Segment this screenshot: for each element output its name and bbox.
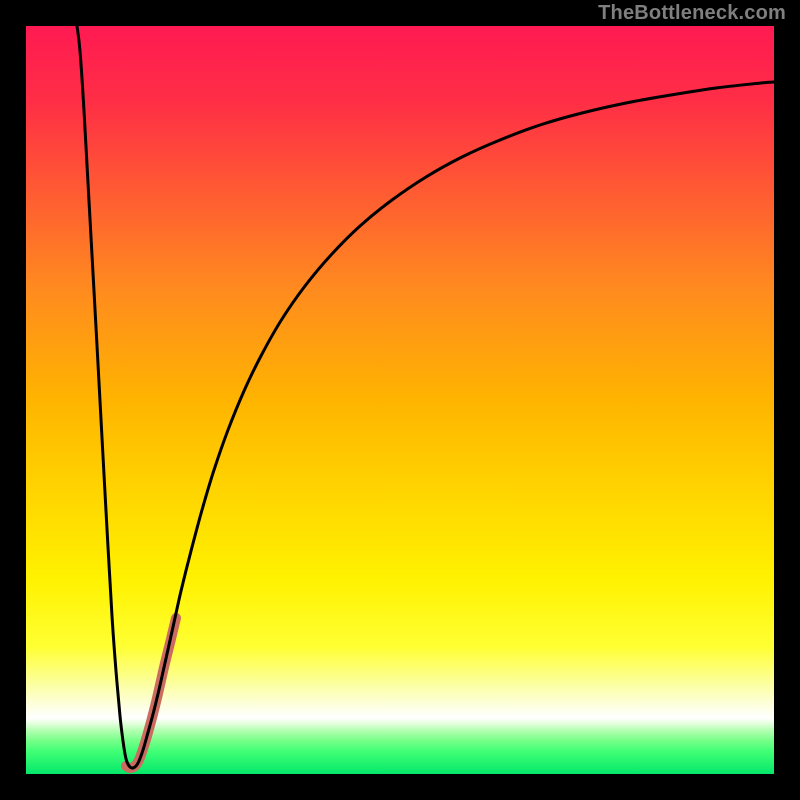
plot-area (26, 26, 774, 774)
bottleneck-curve (77, 26, 774, 768)
watermark-label: TheBottleneck.com (598, 2, 786, 25)
chart-frame: TheBottleneck.com (0, 0, 800, 800)
curve-layer (26, 26, 774, 774)
